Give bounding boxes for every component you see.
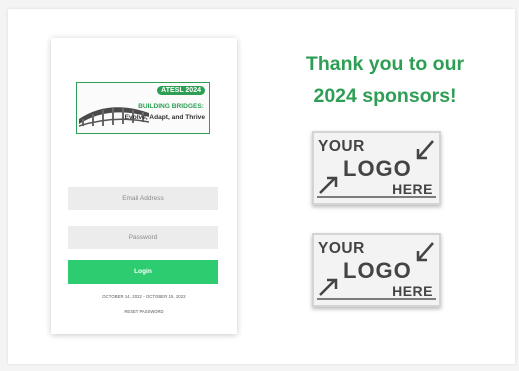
- sponsors-heading-line2: 2024 sponsors!: [313, 85, 457, 107]
- placeholder-logo-text: LOGO: [343, 156, 412, 181]
- placeholder-your-text: YOUR: [318, 138, 365, 155]
- password-field[interactable]: Password: [68, 226, 218, 249]
- sponsors-heading: Thank you to our 2024 sponsors!: [280, 48, 490, 112]
- placeholder-your-text: YOUR: [318, 240, 365, 257]
- login-button[interactable]: Login: [68, 260, 218, 284]
- bridge-icon: [79, 107, 149, 127]
- placeholder-logo-text: LOGO: [343, 258, 412, 283]
- event-tag: ATESL 2024: [157, 86, 205, 95]
- email-field[interactable]: Email Address: [68, 187, 218, 210]
- event-subtitle: Evolve, Adapt, and Thrive: [124, 114, 205, 121]
- event-dates: OCTOBER 14, 2022 - OCTOBER 15, 2022: [102, 294, 186, 299]
- reset-password-link[interactable]: RESET PASSWORD: [51, 309, 237, 314]
- sponsors-heading-line1: Thank you to our: [305, 53, 465, 75]
- conference-banner: ATESL 2024 BUILDING BRIDGES: Evolve, Ada…: [76, 82, 210, 134]
- sponsor-logo-placeholder: YOUR LOGO HERE: [312, 131, 441, 205]
- event-title: BUILDING BRIDGES:: [138, 103, 204, 110]
- placeholder-here-text: HERE: [392, 283, 433, 299]
- placeholder-here-text: HERE: [392, 181, 433, 197]
- login-mockup: ATESL 2024 BUILDING BRIDGES: Evolve, Ada…: [51, 38, 237, 334]
- sponsor-logo-placeholder: YOUR LOGO HERE: [312, 233, 441, 307]
